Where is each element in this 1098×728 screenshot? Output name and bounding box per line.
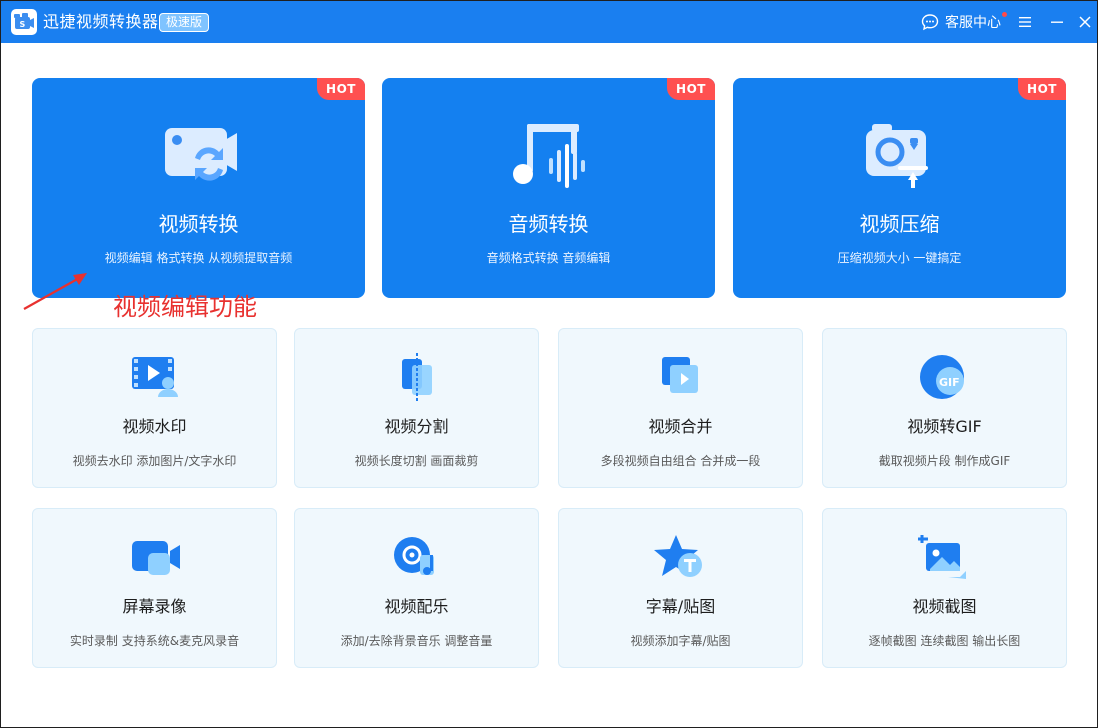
app-title: 迅捷视频转换器 bbox=[43, 12, 159, 31]
merge-card[interactable]: 视频合并 多段视频自由组合 合并成一段 bbox=[558, 328, 803, 488]
app-logo-icon: S bbox=[11, 9, 37, 35]
hot-badge: HOT bbox=[667, 78, 715, 100]
menu-button[interactable] bbox=[1015, 12, 1035, 32]
gif-icon: GIF bbox=[918, 353, 972, 401]
watermark-card[interactable]: 视频水印 视频去水印 添加图片/文字水印 bbox=[32, 328, 277, 488]
screen-record-icon bbox=[128, 533, 182, 581]
card-title: 屏幕录像 bbox=[122, 597, 187, 616]
card-description: 视频添加字幕/贴图 bbox=[630, 634, 731, 648]
screen-record-card[interactable]: 屏幕录像 实时录制 支持系统&麦克风录音 bbox=[32, 508, 277, 668]
card-title: 视频分割 bbox=[384, 417, 449, 436]
app-window: S 迅捷视频转换器 极速版 客服中心 HOT 视频转换 视频编辑 格式转换 从视… bbox=[0, 0, 1098, 728]
support-center-button[interactable]: 客服中心 bbox=[921, 12, 1007, 32]
split-card[interactable]: 视频分割 视频长度切割 画面裁剪 bbox=[294, 328, 539, 488]
menu-icon bbox=[1019, 17, 1031, 27]
chat-bubble-icon bbox=[921, 13, 939, 31]
video-convert-card[interactable]: HOT 视频转换 视频编辑 格式转换 从视频提取音频 bbox=[32, 78, 365, 298]
hot-badge: HOT bbox=[1018, 78, 1066, 100]
card-description: 音频格式转换 音频编辑 bbox=[486, 251, 611, 265]
close-icon bbox=[1079, 16, 1091, 28]
card-description: 视频编辑 格式转换 从视频提取音频 bbox=[104, 251, 293, 265]
card-description: 多段视频自由组合 合并成一段 bbox=[600, 454, 761, 468]
card-description: 压缩视频大小 一键搞定 bbox=[837, 251, 962, 265]
card-title: 视频压缩 bbox=[859, 212, 940, 236]
screenshot-card[interactable]: 视频截图 逐帧截图 连续截图 输出长图 bbox=[822, 508, 1067, 668]
card-title: 视频转换 bbox=[158, 212, 239, 236]
card-description: 添加/去除背景音乐 调整音量 bbox=[340, 634, 493, 648]
card-description: 视频去水印 添加图片/文字水印 bbox=[72, 454, 237, 468]
card-description: 截取视频片段 制作成GIF bbox=[878, 454, 1011, 468]
music-card[interactable]: 视频配乐 添加/去除背景音乐 调整音量 bbox=[294, 508, 539, 668]
edition-badge: 极速版 bbox=[159, 13, 210, 32]
svg-text:S: S bbox=[20, 20, 26, 29]
video-convert-icon bbox=[159, 122, 239, 194]
svg-text:GIF: GIF bbox=[939, 376, 960, 389]
video-compress-card[interactable]: HOT 视频压缩 压缩视频大小 一键搞定 bbox=[733, 78, 1066, 298]
audio-convert-icon bbox=[509, 122, 589, 194]
card-title: 视频水印 bbox=[122, 417, 187, 436]
split-icon bbox=[390, 353, 444, 401]
annotation-arrow-icon bbox=[23, 273, 87, 310]
notification-dot bbox=[1002, 12, 1007, 17]
minimize-icon bbox=[1051, 21, 1063, 23]
card-description: 实时录制 支持系统&麦克风录音 bbox=[69, 634, 240, 648]
card-title: 音频转换 bbox=[508, 212, 589, 236]
card-title: 视频截图 bbox=[912, 597, 977, 616]
subtitle-card[interactable]: 字幕/贴图 视频添加字幕/贴图 bbox=[558, 508, 803, 668]
minimize-button[interactable] bbox=[1047, 12, 1067, 32]
annotation-label: 视频编辑功能 bbox=[113, 293, 257, 321]
card-title: 视频合并 bbox=[648, 417, 713, 436]
merge-icon bbox=[654, 353, 708, 401]
support-center-label: 客服中心 bbox=[945, 15, 1001, 31]
music-icon bbox=[390, 533, 444, 581]
watermark-icon bbox=[128, 353, 182, 401]
gif-card[interactable]: GIF 视频转GIF 截取视频片段 制作成GIF bbox=[822, 328, 1067, 488]
card-title: 字幕/贴图 bbox=[645, 597, 716, 616]
card-title: 视频配乐 bbox=[384, 597, 449, 616]
screenshot-icon bbox=[917, 533, 972, 581]
card-description: 逐帧截图 连续截图 输出长图 bbox=[868, 634, 1021, 648]
hot-badge: HOT bbox=[317, 78, 365, 100]
title-bar: S 迅捷视频转换器 极速版 客服中心 bbox=[1, 1, 1097, 43]
card-title: 视频转GIF bbox=[907, 417, 982, 436]
subtitle-icon bbox=[653, 533, 708, 581]
close-button[interactable] bbox=[1075, 12, 1095, 32]
card-description: 视频长度切割 画面裁剪 bbox=[354, 454, 479, 468]
video-compress-icon bbox=[860, 122, 940, 194]
audio-convert-card[interactable]: HOT 音频转换 音频格式转换 音频编辑 bbox=[382, 78, 715, 298]
